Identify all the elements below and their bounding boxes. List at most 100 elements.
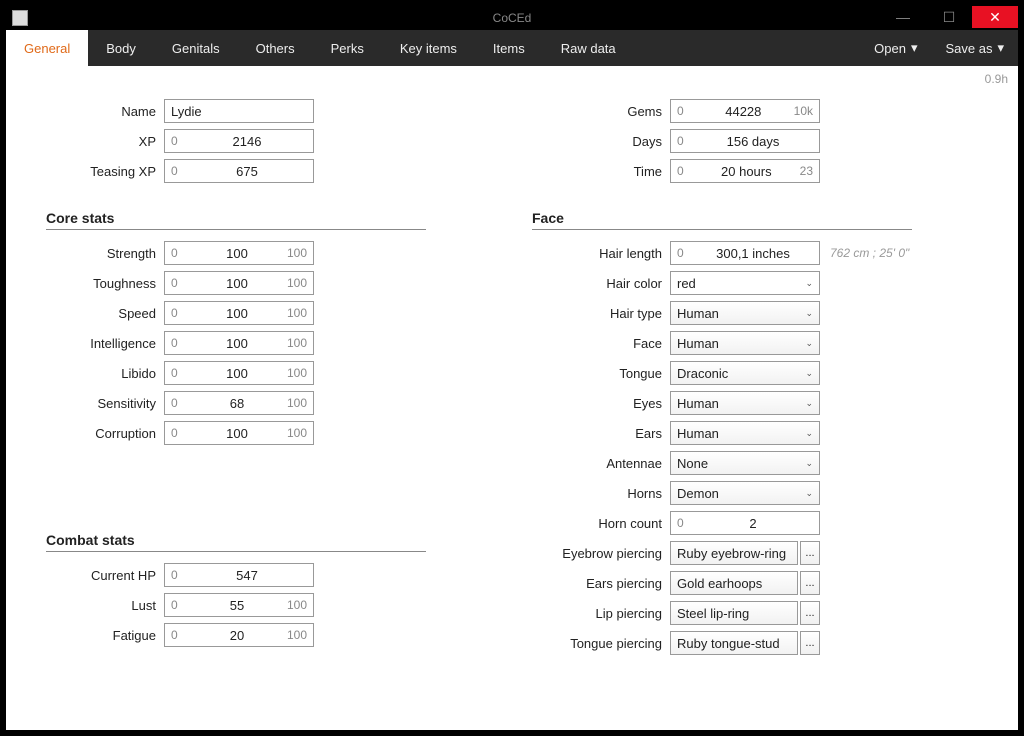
lust-input[interactable]: 055100 — [164, 593, 314, 617]
chevron-down-icon: ⌄ — [805, 308, 813, 319]
face-title: Face — [532, 210, 912, 230]
tab-raw-data[interactable]: Raw data — [543, 30, 634, 66]
intelligence-input[interactable]: 0100100 — [164, 331, 314, 355]
right-column: Gems 0 44228 10k Days 0 156 days — [532, 96, 978, 658]
fatigue-label: Fatigue — [46, 628, 164, 643]
saveas-label: Save as — [945, 41, 992, 56]
strength-label: Strength — [46, 246, 164, 261]
saveas-menu[interactable]: Save as ▾ — [931, 30, 1018, 66]
open-menu[interactable]: Open ▾ — [860, 30, 931, 66]
ears-label: Ears — [532, 426, 670, 441]
eyebrow-piercing-select[interactable]: Ruby eyebrow-ring — [670, 541, 798, 565]
hairlength-input[interactable]: 0 300,1 inches — [670, 241, 820, 265]
lip-piercing-more-button[interactable]: ... — [800, 601, 820, 625]
window-title: CoCEd — [493, 11, 532, 25]
days-label: Days — [532, 134, 670, 149]
tab-body[interactable]: Body — [88, 30, 154, 66]
combat-stats-title: Combat stats — [46, 532, 426, 552]
tab-key-items[interactable]: Key items — [382, 30, 475, 66]
libido-input[interactable]: 0100100 — [164, 361, 314, 385]
chevron-down-icon: ⌄ — [805, 398, 813, 409]
speed-input[interactable]: 0100100 — [164, 301, 314, 325]
face-select[interactable]: Human⌄ — [670, 331, 820, 355]
teasingxp-label: Teasing XP — [46, 164, 164, 179]
eyebrow-piercing-more-button[interactable]: ... — [800, 541, 820, 565]
hair-type-select[interactable]: Human⌄ — [670, 301, 820, 325]
eyebrow-piercing-label: Eyebrow piercing — [532, 546, 670, 561]
lip-piercing-select[interactable]: Steel lip-ring — [670, 601, 798, 625]
name-label: Name — [46, 104, 164, 119]
tongue-select[interactable]: Draconic⌄ — [670, 361, 820, 385]
tongue-piercing-more-button[interactable]: ... — [800, 631, 820, 655]
tab-others[interactable]: Others — [238, 30, 313, 66]
corruption-input[interactable]: 0100100 — [164, 421, 314, 445]
gems-input[interactable]: 0 44228 10k — [670, 99, 820, 123]
horncount-label: Horn count — [532, 516, 670, 531]
content-area: 0.9h Name Lydie XP 0 2146 — [6, 66, 1018, 730]
ears-piercing-select[interactable]: Gold earhoops — [670, 571, 798, 595]
intelligence-label: Intelligence — [46, 336, 164, 351]
antennae-label: Antennae — [532, 456, 670, 471]
tongue-piercing-select[interactable]: Ruby tongue-stud — [670, 631, 798, 655]
eyes-label: Eyes — [532, 396, 670, 411]
haircolor-select[interactable]: red ⌄ — [670, 271, 820, 295]
chevron-down-icon: ⌄ — [805, 368, 813, 379]
fatigue-input[interactable]: 020100 — [164, 623, 314, 647]
days-input[interactable]: 0 156 days — [670, 129, 820, 153]
antennae-select[interactable]: None⌄ — [670, 451, 820, 475]
haircolor-label: Hair color — [532, 276, 670, 291]
chevron-down-icon: ⌄ — [805, 458, 813, 469]
time-label: Time — [532, 164, 670, 179]
left-column: Name Lydie XP 0 2146 Te — [46, 96, 492, 658]
open-label: Open — [874, 41, 906, 56]
version-label: 0.9h — [985, 72, 1008, 86]
face-label: Face — [532, 336, 670, 351]
horncount-input[interactable]: 0 2 — [670, 511, 820, 535]
hairlength-label: Hair length — [532, 246, 670, 261]
libido-label: Libido — [46, 366, 164, 381]
xp-label: XP — [46, 134, 164, 149]
horns-select[interactable]: Demon⌄ — [670, 481, 820, 505]
chevron-down-icon: ▾ — [997, 40, 1004, 56]
toughness-label: Toughness — [46, 276, 164, 291]
current-hp-label: Current HP — [46, 568, 164, 583]
lip-piercing-label: Lip piercing — [532, 606, 670, 621]
tongue-label: Tongue — [532, 366, 670, 381]
chevron-down-icon: ⌄ — [805, 338, 813, 349]
gems-label: Gems — [532, 104, 670, 119]
tab-perks[interactable]: Perks — [313, 30, 382, 66]
chevron-down-icon: ⌄ — [805, 428, 813, 439]
tab-genitals[interactable]: Genitals — [154, 30, 238, 66]
ears-piercing-more-button[interactable]: ... — [800, 571, 820, 595]
corruption-label: Corruption — [46, 426, 164, 441]
time-input[interactable]: 0 20 hours 23 — [670, 159, 820, 183]
minimize-button[interactable]: — — [880, 6, 926, 28]
close-button[interactable]: ✕ — [972, 6, 1018, 28]
strength-input[interactable]: 0100100 — [164, 241, 314, 265]
sensitivity-label: Sensitivity — [46, 396, 164, 411]
tab-items[interactable]: Items — [475, 30, 543, 66]
window-buttons: — ☐ ✕ — [880, 6, 1018, 28]
eyes-select[interactable]: Human⌄ — [670, 391, 820, 415]
chevron-down-icon: ⌄ — [805, 488, 813, 499]
tab-general[interactable]: General — [6, 30, 88, 66]
tongue-piercing-label: Tongue piercing — [532, 636, 670, 651]
ears-select[interactable]: Human⌄ — [670, 421, 820, 445]
titlebar: CoCEd — ☐ ✕ — [6, 6, 1018, 30]
maximize-button[interactable]: ☐ — [926, 6, 972, 28]
toughness-input[interactable]: 0100100 — [164, 271, 314, 295]
tabstrip: GeneralBodyGenitalsOthersPerksKey itemsI… — [6, 30, 1018, 66]
name-input[interactable]: Lydie — [164, 99, 314, 123]
app-icon — [12, 10, 28, 26]
core-stats-title: Core stats — [46, 210, 426, 230]
app-window: CoCEd — ☐ ✕ GeneralBodyGenitalsOthersPer… — [0, 0, 1024, 736]
xp-input[interactable]: 0 2146 — [164, 129, 314, 153]
ears-piercing-label: Ears piercing — [532, 576, 670, 591]
teasingxp-input[interactable]: 0 675 — [164, 159, 314, 183]
hairlength-hint: 762 cm ; 25' 0" — [830, 246, 909, 260]
hair-type-label: Hair type — [532, 306, 670, 321]
sensitivity-input[interactable]: 068100 — [164, 391, 314, 415]
horns-label: Horns — [532, 486, 670, 501]
current-hp-input[interactable]: 0547 — [164, 563, 314, 587]
chevron-down-icon: ▾ — [911, 40, 918, 56]
